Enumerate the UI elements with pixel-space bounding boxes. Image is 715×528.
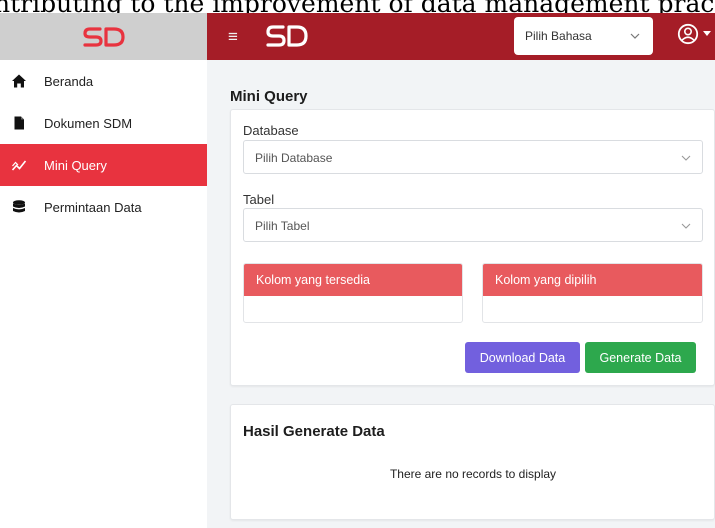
chevron-down-icon xyxy=(681,155,691,161)
database-label: Database xyxy=(243,123,299,138)
sidebar-item-label: Mini Query xyxy=(44,157,107,173)
sidebar-item-label: Permintaan Data xyxy=(44,199,142,215)
database-select-placeholder: Pilih Database xyxy=(255,151,333,165)
caret-down-icon[interactable] xyxy=(703,31,711,37)
table-select-placeholder: Pilih Tabel xyxy=(255,219,310,233)
chevron-down-icon xyxy=(681,223,691,229)
home-icon xyxy=(12,74,26,88)
generate-data-button[interactable]: Generate Data xyxy=(585,342,696,373)
brand-logo-icon xyxy=(82,26,125,47)
database-select[interactable]: Pilih Database xyxy=(243,140,703,174)
sidebar-item-mini-query[interactable]: Mini Query xyxy=(0,144,207,186)
topbar-logo-icon xyxy=(266,25,308,47)
results-card: Hasil Generate Data There are no records… xyxy=(230,404,715,520)
selected-columns-panel[interactable]: Kolom yang dipilih xyxy=(482,263,703,323)
chevron-down-icon xyxy=(630,33,640,39)
download-data-button[interactable]: Download Data xyxy=(465,342,580,373)
selected-columns-title: Kolom yang dipilih xyxy=(483,264,702,296)
results-title: Hasil Generate Data xyxy=(243,423,385,440)
sidebar-item-permintaan-data[interactable]: Permintaan Data xyxy=(0,186,207,228)
document-icon xyxy=(14,116,24,130)
sidebar: Beranda Dokumen SDM Mini Query Permintaa… xyxy=(0,60,207,528)
hamburger-icon[interactable]: ≡ xyxy=(228,27,238,47)
available-columns-panel[interactable]: Kolom yang tersedia xyxy=(243,263,463,323)
available-columns-title: Kolom yang tersedia xyxy=(244,264,462,296)
table-select[interactable]: Pilih Tabel xyxy=(243,208,703,242)
sidebar-item-beranda[interactable]: Beranda xyxy=(0,60,207,102)
sidebar-item-dokumen-sdm[interactable]: Dokumen SDM xyxy=(0,102,207,144)
page-title: Mini Query xyxy=(230,88,308,105)
user-circle-icon[interactable] xyxy=(677,23,699,45)
empty-records-message: There are no records to display xyxy=(389,467,557,481)
sidebar-item-label: Dokumen SDM xyxy=(44,115,133,131)
sidebar-brand xyxy=(0,13,207,60)
topbar: ≡ Pilih Bahasa xyxy=(207,13,715,60)
table-label: Tabel xyxy=(243,192,275,207)
database-icon xyxy=(13,200,25,213)
main-content: Mini Query Database Pilih Database Tabel… xyxy=(207,60,715,528)
language-select[interactable]: Pilih Bahasa xyxy=(514,17,653,55)
chart-line-icon xyxy=(11,160,27,171)
query-card: Database Pilih Database Tabel Pilih Tabe… xyxy=(230,109,715,386)
sidebar-item-label: Beranda xyxy=(44,73,94,89)
language-select-value: Pilih Bahasa xyxy=(525,29,592,43)
